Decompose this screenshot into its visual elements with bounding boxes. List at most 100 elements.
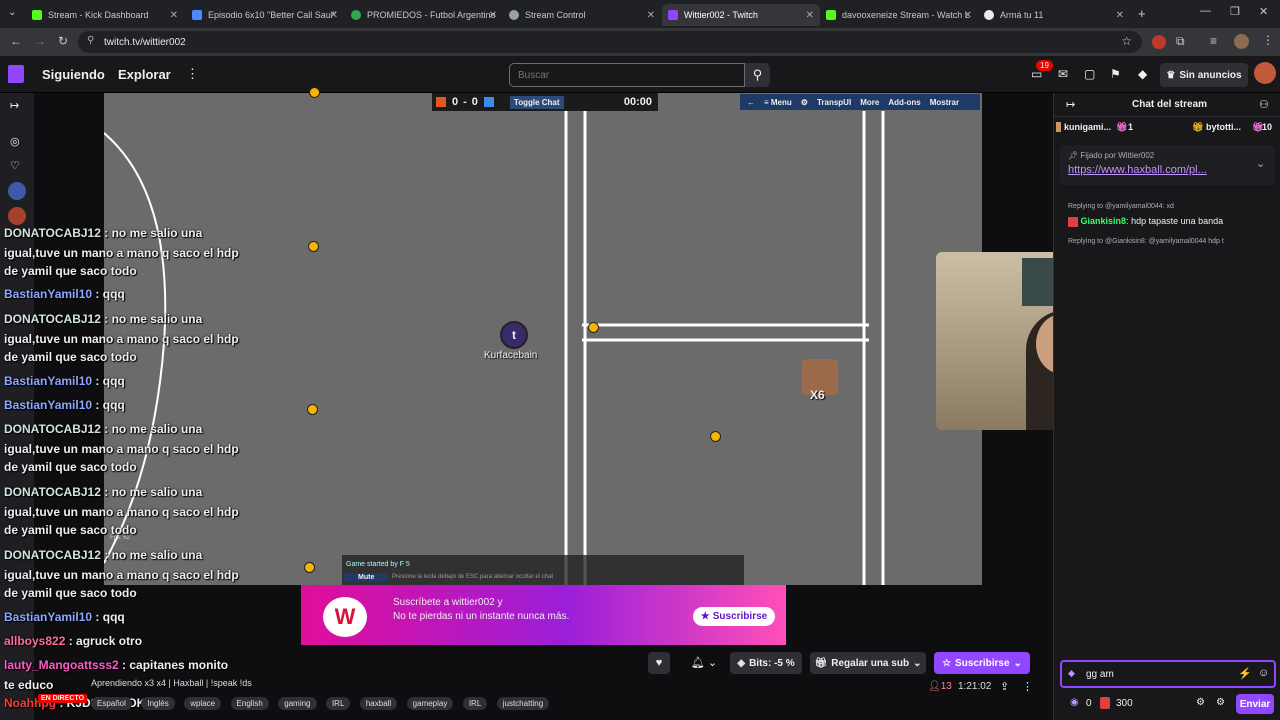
search-button[interactable]: ⚲ (745, 63, 770, 87)
nav-following[interactable]: Siguiendo (42, 67, 105, 82)
transpui-button[interactable]: TranspUI (817, 98, 851, 107)
reload-icon[interactable]: ↻ (58, 34, 68, 48)
twitch-logo-icon[interactable] (8, 65, 24, 83)
close-icon[interactable]: ✕ (806, 10, 814, 21)
tag[interactable]: English (230, 697, 269, 710)
chat-username[interactable]: Giankisin8 (1081, 216, 1127, 226)
kebab-menu-icon[interactable]: ⋮ (1262, 33, 1274, 47)
separator: : (92, 610, 103, 624)
more-button[interactable]: More (860, 98, 879, 107)
banner-subscribe-button[interactable]: ★ Suscribirse (693, 607, 775, 626)
site-info-icon[interactable]: ⚲ (87, 35, 94, 46)
gifter-name[interactable]: bytotti... (1206, 122, 1241, 132)
browser-tab[interactable]: Stream Control ✕ (503, 4, 661, 26)
share-icon[interactable]: ⇪ (1000, 680, 1009, 693)
emote-icon[interactable]: ☺ (1258, 667, 1269, 679)
maximize-icon[interactable]: ❐ (1230, 5, 1240, 18)
tag[interactable]: Español (91, 697, 132, 710)
star-icon[interactable]: ☆ (1121, 34, 1132, 48)
kick-icon (826, 10, 836, 20)
back-icon[interactable]: ← (10, 34, 22, 48)
live-badge: EN DIRECTO (38, 694, 88, 703)
overlay-chat-text: igual,tuve un mano a mano q saco el hdp (4, 568, 239, 582)
recommended-icon[interactable]: ◎ (10, 135, 20, 148)
subscribe-button[interactable]: ☆ Suscribirse ⌄ (934, 652, 1030, 674)
separator: : (92, 398, 103, 412)
prime-icon[interactable]: ⚑ (1110, 67, 1121, 81)
browser-tab[interactable]: PROMIEDOS - Futbol Argentino ✕ (345, 4, 503, 26)
browser-tab[interactable]: Armá tu 11 ✕ (978, 4, 1130, 26)
viewers-count: 👤︎13 (928, 681, 952, 692)
gift-sub-button[interactable]: 🎁︎ Regalar una sub ⌄ (810, 652, 926, 674)
pinned-link[interactable]: https://www.haxball.com/pl... (1068, 164, 1207, 176)
nav-browse[interactable]: Explorar (118, 67, 171, 82)
puzzle-icon[interactable]: ⧉ (1176, 34, 1185, 49)
user-avatar[interactable] (1254, 62, 1276, 84)
tag[interactable]: haxball (359, 697, 398, 710)
more-icon[interactable]: ⋮ (186, 66, 199, 82)
gifter-name[interactable]: kunigami... (1064, 122, 1111, 132)
heart-icon[interactable]: ♡ (10, 159, 20, 172)
browser-tab[interactable]: Stream - Kick Dashboard ✕ (26, 4, 184, 26)
tab-search-icon[interactable]: ⌄ (8, 7, 16, 18)
browser-tab[interactable]: Episodio 6x10 "Better Call Saul" ✕ (186, 4, 344, 26)
close-icon[interactable]: ✕ (330, 10, 338, 21)
quick-actions-icon[interactable]: ⚡ (1238, 667, 1252, 680)
toggle-chat-button[interactable]: Toggle Chat (509, 95, 564, 109)
browser-tab[interactable]: davooxeneize Stream - Watch L ✕ (820, 4, 978, 26)
menu-back-button[interactable]: ← (747, 98, 755, 107)
media-icon[interactable]: ≡ (1210, 34, 1217, 48)
url-field[interactable]: ⚲ twitch.tv/wittier002 ☆ (78, 31, 1142, 53)
tag[interactable]: wplace (184, 697, 222, 710)
close-icon[interactable]: ✕ (489, 10, 497, 21)
settings-button[interactable]: ⚙ (801, 98, 808, 107)
close-icon[interactable]: ✕ (647, 10, 655, 21)
extension-icon[interactable] (1152, 35, 1166, 49)
tag[interactable]: justchatting (496, 697, 550, 710)
whispers-icon[interactable]: ✉ (1058, 67, 1068, 81)
close-icon[interactable]: ✕ (964, 10, 972, 21)
tag[interactable]: Inglés (141, 697, 175, 710)
browser-tab-active[interactable]: Wittier002 - Twitch ✕ (662, 4, 820, 26)
tag[interactable]: IRL (462, 697, 488, 710)
close-icon[interactable]: ✕ (1116, 10, 1124, 21)
tab-mute-icon[interactable]: ✕ (170, 10, 178, 21)
separator: : (100, 312, 112, 326)
tag[interactable]: gameplay (406, 697, 454, 710)
channel-points-icon[interactable]: ◉ (1070, 697, 1079, 708)
profile-avatar[interactable] (1234, 34, 1249, 49)
community-icon[interactable]: ⚇ (1259, 98, 1269, 111)
settings-icon[interactable]: ⚙ (1216, 697, 1225, 708)
addons-button[interactable]: Add-ons (888, 98, 920, 107)
mod-icon[interactable]: ⚙ (1196, 697, 1205, 708)
minimize-icon[interactable]: — (1200, 5, 1211, 17)
collapse-chat-icon[interactable]: ↦ (1066, 98, 1075, 111)
send-button[interactable]: Enviar (1236, 694, 1274, 714)
chevron-down-icon[interactable]: ⌄ (1256, 157, 1265, 170)
mute-button[interactable]: Mute (344, 573, 389, 582)
expand-sidebar-icon[interactable]: ↦ (10, 99, 19, 112)
ball-disc (309, 87, 320, 98)
ad-free-button[interactable]: ♛ Sin anuncios (1160, 63, 1248, 87)
overlay-chat-text: qqq (102, 610, 125, 624)
bits-badge-icon[interactable]: ◆ (1068, 668, 1075, 679)
search-input[interactable] (509, 63, 745, 87)
new-tab-icon[interactable]: + (1138, 6, 1146, 21)
overlay-chat-line: de yamil que saco todo (4, 261, 137, 281)
tag[interactable]: IRL (325, 697, 351, 710)
forward-icon[interactable]: → (34, 34, 46, 48)
gift-icon: 🎁︎ (814, 657, 828, 669)
tag[interactable]: gaming (278, 697, 317, 710)
menu-button[interactable]: ≡ Menu (764, 98, 792, 107)
chat-input[interactable]: ◆ gg am ⚡ ☺ (1060, 660, 1276, 688)
show-button[interactable]: Mostrar (930, 98, 959, 107)
activity-icon[interactable]: ▢ (1084, 67, 1095, 81)
bits-button[interactable]: ◈ Bits: -5 % (730, 652, 802, 674)
more-options-icon[interactable]: ⋮ (1022, 680, 1033, 693)
notifications-bell-button[interactable]: 🔔︎ ⌄ (686, 652, 722, 674)
channel-avatar[interactable] (8, 182, 26, 200)
pinned-message[interactable]: 📌︎ Fijado por Wittier002 https://www.hax… (1060, 145, 1275, 185)
follow-heart-button[interactable]: ♥ (648, 652, 670, 674)
bits-icon[interactable]: ◆ (1138, 67, 1147, 81)
close-window-icon[interactable]: ✕ (1259, 5, 1268, 18)
